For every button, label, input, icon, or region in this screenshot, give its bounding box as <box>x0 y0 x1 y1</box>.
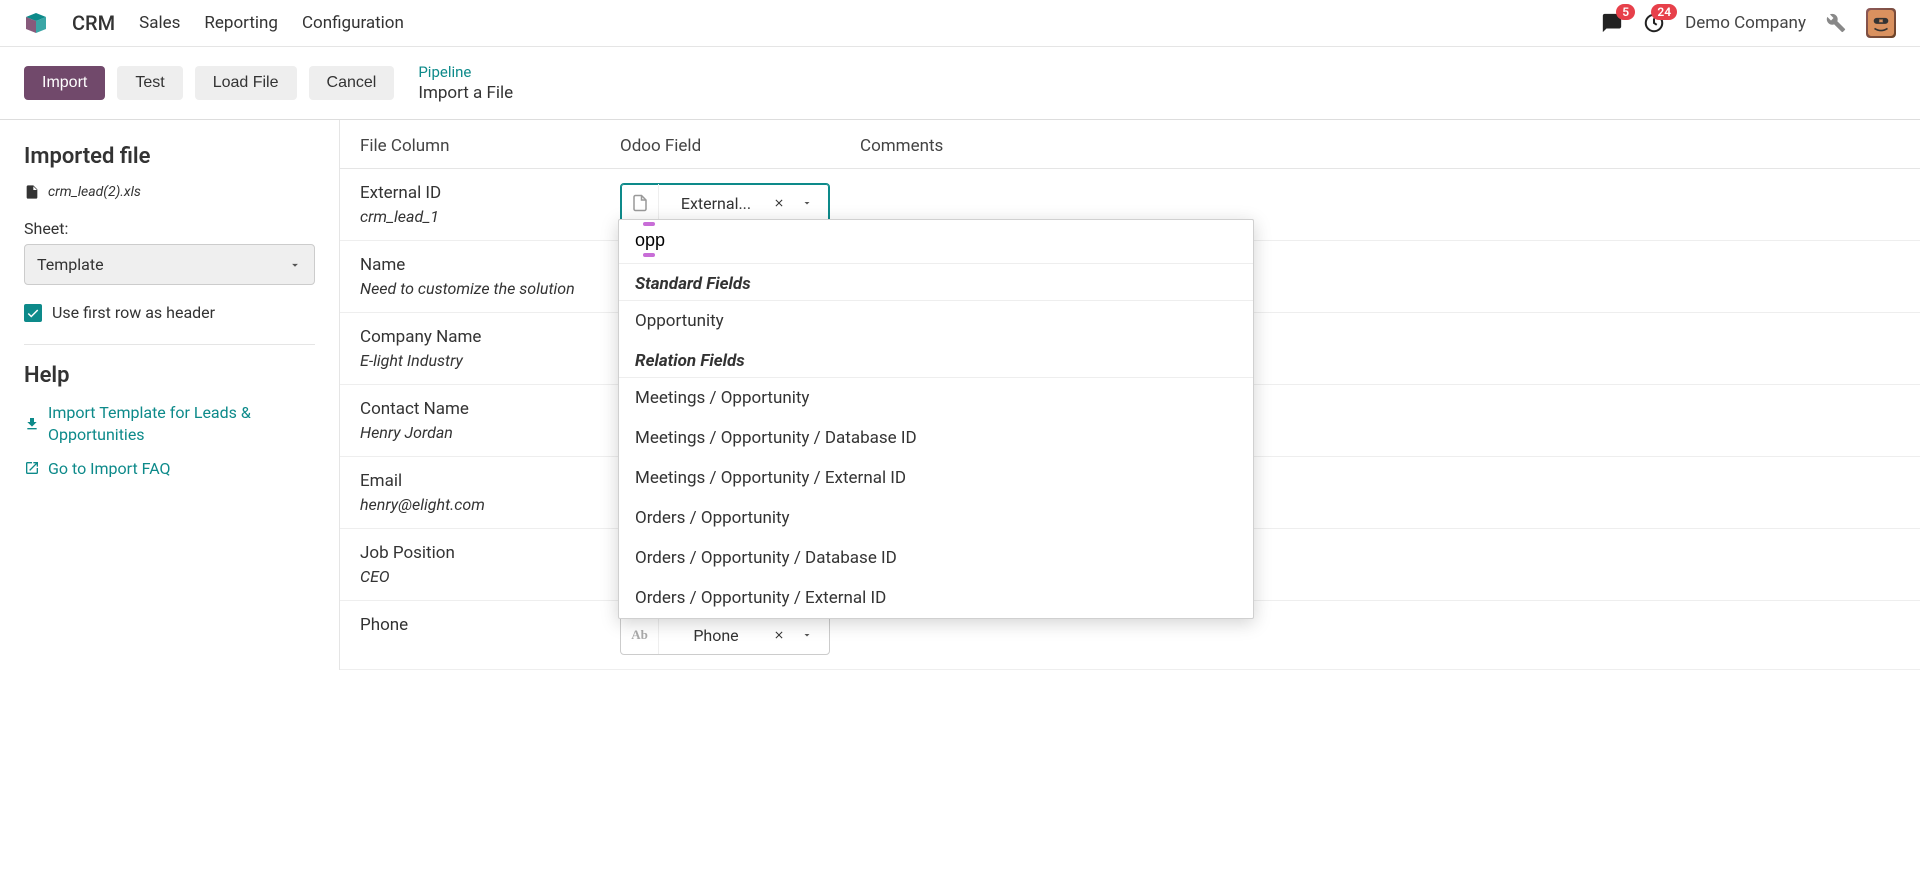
dropdown-group-relation: Relation Fields <box>619 341 1253 378</box>
clear-field-icon[interactable] <box>773 629 801 641</box>
app-logo[interactable] <box>24 11 48 35</box>
row-label: Company Name <box>360 327 620 347</box>
app-name[interactable]: CRM <box>72 11 115 35</box>
dropdown-option[interactable]: Orders / Opportunity / Database ID <box>619 538 1253 578</box>
field-selected-text: Phone <box>659 626 773 645</box>
external-link-icon <box>24 460 40 476</box>
company-switcher[interactable]: Demo Company <box>1685 13 1806 33</box>
caret-down-icon[interactable] <box>801 197 829 209</box>
row-label: Phone <box>360 615 620 635</box>
row-label: Job Position <box>360 543 620 563</box>
activities-icon[interactable]: 24 <box>1643 12 1665 34</box>
import-template-link[interactable]: Import Template for Leads & Opportunitie… <box>24 402 315 447</box>
dropdown-group-standard: Standard Fields <box>619 264 1253 301</box>
dropdown-search-input[interactable] <box>635 230 1237 251</box>
imported-file-title: Imported file <box>24 144 315 169</box>
field-dropdown: Standard Fields Opportunity Relation Fie… <box>618 219 1254 619</box>
field-selected-text: External... <box>659 194 773 213</box>
col-header-odoo: Odoo Field <box>620 136 860 156</box>
row-label: Name <box>360 255 620 275</box>
messages-icon[interactable]: 5 <box>1601 12 1623 34</box>
messages-badge: 5 <box>1616 4 1635 20</box>
row-sample: henry@elight.com <box>360 495 620 514</box>
use-header-label: Use first row as header <box>52 303 215 322</box>
row-sample: Henry Jordan <box>360 423 620 442</box>
file-icon <box>24 183 40 201</box>
row-label: Email <box>360 471 620 491</box>
breadcrumb: Pipeline Import a File <box>418 63 513 103</box>
import-button[interactable]: Import <box>24 66 105 100</box>
sheet-value: Template <box>37 255 104 274</box>
row-label: External ID <box>360 183 620 203</box>
text-type-icon: Ab <box>621 616 659 654</box>
breadcrumb-current: Import a File <box>418 83 513 103</box>
odoo-field-select[interactable]: External... <box>620 183 830 223</box>
breadcrumb-pipeline[interactable]: Pipeline <box>418 63 513 81</box>
load-file-button[interactable]: Load File <box>195 66 297 100</box>
dropdown-option[interactable]: Meetings / Opportunity <box>619 378 1253 418</box>
row-sample: CEO <box>360 567 620 586</box>
col-header-file: File Column <box>360 136 620 156</box>
filename: crm_lead(2).xls <box>48 184 141 200</box>
col-header-comments: Comments <box>860 136 1900 156</box>
dropdown-option[interactable]: Orders / Opportunity <box>619 498 1253 538</box>
dropdown-option[interactable]: Opportunity <box>619 301 1253 341</box>
import-faq-link[interactable]: Go to Import FAQ <box>24 459 315 478</box>
debug-icon[interactable] <box>1826 13 1846 33</box>
clear-field-icon[interactable] <box>773 197 801 209</box>
odoo-field-select[interactable]: AbPhone <box>620 615 830 655</box>
row-sample: Need to customize the solution <box>360 279 620 298</box>
nav-configuration[interactable]: Configuration <box>302 13 404 33</box>
row-label: Contact Name <box>360 399 620 419</box>
sheet-select[interactable]: Template <box>24 244 315 285</box>
row-sample: E-light Industry <box>360 351 620 370</box>
use-header-checkbox[interactable] <box>24 304 42 322</box>
dropdown-option[interactable]: Orders / Opportunity / External ID <box>619 578 1253 618</box>
dropdown-option[interactable]: Meetings / Opportunity / External ID <box>619 458 1253 498</box>
nav-reporting[interactable]: Reporting <box>204 13 278 33</box>
sheet-label: Sheet: <box>24 219 315 238</box>
activities-badge: 24 <box>1651 4 1677 20</box>
test-button[interactable]: Test <box>117 66 182 100</box>
help-title: Help <box>24 363 315 388</box>
nav-sales[interactable]: Sales <box>139 13 180 33</box>
download-icon <box>24 416 40 432</box>
dropdown-option[interactable]: Meetings / Opportunity / Database ID <box>619 418 1253 458</box>
caret-down-icon[interactable] <box>801 629 829 641</box>
file-type-icon <box>621 184 659 222</box>
chevron-down-icon <box>288 258 302 272</box>
row-sample: crm_lead_1 <box>360 207 620 226</box>
cancel-button[interactable]: Cancel <box>309 66 395 100</box>
user-avatar[interactable] <box>1866 8 1896 38</box>
